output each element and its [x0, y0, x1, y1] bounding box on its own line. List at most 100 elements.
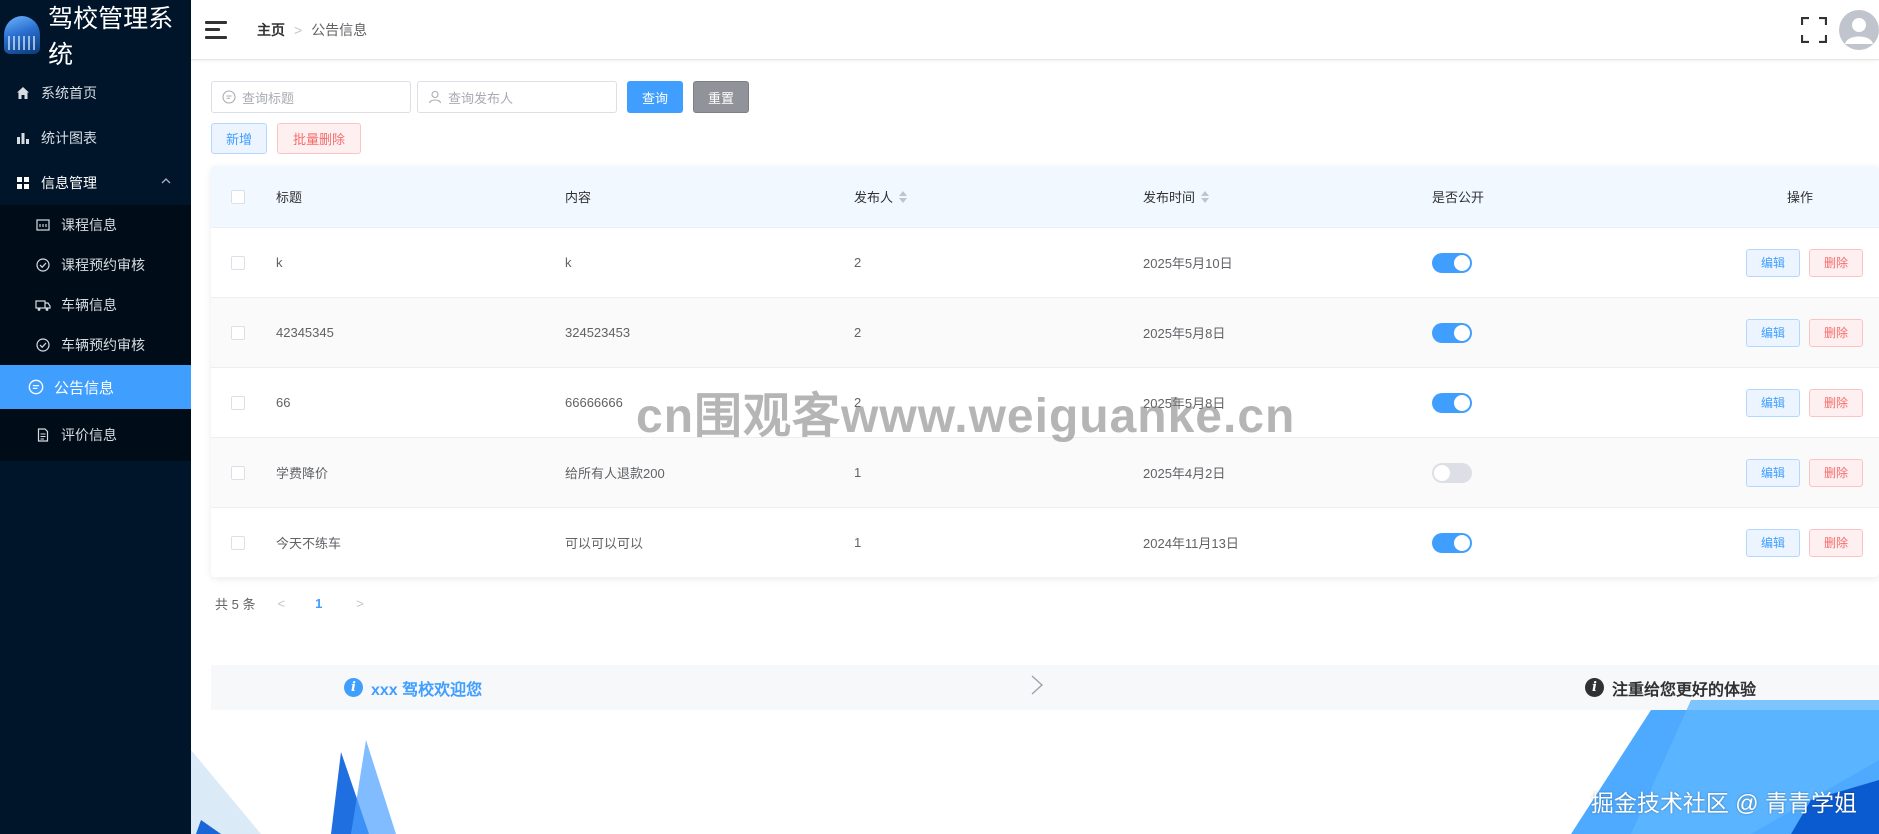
sidebar-item-label: 车辆信息 [61, 297, 117, 313]
sidebar-item-vehicle[interactable]: 车辆信息 [0, 285, 191, 325]
sidebar-menu: 系统首页 统计图表 信息管理 课程信息 课程预约审核 车辆信息 车辆预约审核 公… [0, 70, 191, 461]
delete-button[interactable]: 删除 [1808, 458, 1863, 487]
next-page-icon[interactable]: > [356, 596, 364, 611]
title-search-placeholder: 查询标题 [242, 90, 295, 106]
grid-icon [15, 175, 31, 191]
banner-left: i xxx 驾校欢迎您 [344, 676, 482, 700]
column-header-content: 内容 [565, 190, 592, 205]
edit-button[interactable]: 编辑 [1745, 528, 1800, 557]
column-header-title: 标题 [276, 190, 303, 205]
cell-publisher: 2 [854, 395, 862, 410]
home-icon [15, 85, 31, 101]
bar-chart-icon [15, 130, 31, 146]
sidebar-item-course[interactable]: 课程信息 [0, 205, 191, 245]
page-number[interactable]: 1 [315, 596, 322, 611]
banner-right: i 注重给您更好的体验 [1584, 676, 1756, 700]
publisher-search-input[interactable]: 查询发布人 [417, 81, 617, 113]
sort-icon[interactable] [1201, 190, 1210, 203]
sidebar-item-review[interactable]: 评价信息 [0, 409, 191, 461]
cell-date: 2025年4月2日 [1143, 466, 1226, 481]
document-icon [35, 427, 51, 443]
public-toggle[interactable] [1432, 392, 1472, 413]
pagination: 共 5 条 < 1 > [215, 594, 364, 613]
sidebar-group-info[interactable]: 信息管理 [0, 160, 191, 205]
table-row: 今天不练车 可以可以可以 1 2024年11月13日 编辑 删除 [211, 507, 1879, 577]
sidebar-item-vehicle-review[interactable]: 车辆预约审核 [0, 325, 191, 365]
delete-button[interactable]: 删除 [1808, 388, 1863, 417]
column-header-label: 发布人 [854, 190, 894, 205]
row-checkbox[interactable] [231, 465, 245, 480]
breadcrumb: 主页 > 公告信息 [257, 20, 367, 40]
table-row: 66 66666666 2 2025年5月8日 编辑 删除 [211, 367, 1879, 437]
sidebar-item-charts[interactable]: 统计图表 [0, 115, 191, 160]
select-all-checkbox[interactable] [231, 189, 245, 204]
sort-icon[interactable] [899, 190, 908, 203]
public-toggle[interactable] [1432, 252, 1472, 273]
table-row: 学费降价 给所有人退款200 1 2025年4月2日 编辑 删除 [211, 437, 1879, 507]
fullscreen-icon[interactable] [1800, 16, 1828, 44]
table-actions: 新增 批量删除 [211, 123, 362, 154]
top-header: 主页 > 公告信息 [191, 0, 1879, 60]
public-toggle[interactable] [1432, 462, 1472, 483]
footer-note: 掘金技术社区 @ 青青学姐 [1590, 790, 1857, 816]
delete-button[interactable]: 删除 [1808, 318, 1863, 347]
sidebar-item-label: 统计图表 [41, 129, 97, 146]
app-title: 驾校管理系统 [48, 5, 174, 69]
app-logo: 驾校管理系统 [0, 0, 191, 70]
row-checkbox[interactable] [231, 535, 245, 550]
cell-publisher: 1 [854, 535, 862, 550]
chat-icon [28, 379, 44, 395]
edit-button[interactable]: 编辑 [1745, 248, 1800, 277]
table-header: 标题 内容 发布人 发布时间 是否公开 操作 [211, 166, 1879, 227]
sidebar-item-label: 课程预约审核 [61, 257, 145, 273]
cell-title: 今天不练车 [276, 536, 342, 551]
column-header-publisher[interactable]: 发布人 [854, 187, 1143, 206]
cell-publisher: 2 [854, 255, 862, 270]
cell-publisher: 2 [854, 325, 862, 340]
info-icon: i [1584, 678, 1604, 697]
sidebar-item-course-review[interactable]: 课程预约审核 [0, 245, 191, 285]
banner-left-text: xxx 驾校欢迎您 [371, 681, 483, 699]
user-avatar[interactable] [1839, 10, 1879, 50]
delete-button[interactable]: 删除 [1808, 528, 1863, 557]
sidebar-item-home[interactable]: 系统首页 [0, 70, 191, 115]
table-row: 42345345 324523453 2 2025年5月8日 编辑 删除 [211, 297, 1879, 367]
batch-delete-button[interactable]: 批量删除 [277, 123, 362, 154]
column-header-actions: 操作 [1786, 190, 1813, 205]
chat-icon [222, 90, 236, 104]
row-checkbox[interactable] [231, 395, 245, 410]
public-toggle[interactable] [1432, 532, 1472, 553]
sidebar-item-notice[interactable]: 公告信息 [0, 365, 191, 409]
cell-date: 2025年5月8日 [1143, 396, 1226, 411]
cell-content: 66666666 [565, 395, 623, 410]
row-checkbox[interactable] [231, 255, 245, 270]
menu-toggle-icon[interactable] [205, 20, 227, 39]
public-toggle[interactable] [1432, 322, 1472, 343]
edit-button[interactable]: 编辑 [1745, 388, 1800, 417]
chevron-right-icon[interactable] [1030, 674, 1044, 702]
query-button[interactable]: 查询 [627, 81, 683, 113]
logo-icon [4, 16, 41, 54]
cell-publisher: 1 [854, 465, 862, 480]
add-button[interactable]: 新增 [211, 123, 268, 154]
search-toolbar: 查询标题 查询发布人 查询 重置 [211, 81, 749, 113]
edit-button[interactable]: 编辑 [1745, 458, 1800, 487]
sidebar: 驾校管理系统 系统首页 统计图表 信息管理 课程信息 课程预约审核 车辆信息 车… [0, 0, 191, 834]
column-header-date[interactable]: 发布时间 [1143, 187, 1432, 206]
delete-button[interactable]: 删除 [1808, 248, 1863, 277]
breadcrumb-current: 公告信息 [311, 21, 368, 38]
sidebar-submenu: 课程信息 课程预约审核 车辆信息 车辆预约审核 公告信息 评价信息 [0, 205, 191, 461]
breadcrumb-home[interactable]: 主页 [257, 20, 285, 40]
sidebar-item-label: 信息管理 [41, 174, 97, 191]
prev-page-icon[interactable]: < [277, 596, 285, 611]
column-header-label: 发布时间 [1143, 190, 1196, 205]
title-search-input[interactable]: 查询标题 [211, 81, 411, 113]
row-checkbox[interactable] [231, 325, 245, 340]
sidebar-item-label: 评价信息 [61, 427, 117, 443]
reset-button[interactable]: 重置 [693, 81, 749, 113]
sidebar-item-label: 课程信息 [61, 217, 117, 233]
pagination-total: 共 5 条 [215, 597, 256, 612]
edit-button[interactable]: 编辑 [1745, 318, 1800, 347]
breadcrumb-separator-icon: > [294, 21, 303, 38]
table-row: k k 2 2025年5月10日 编辑 删除 [211, 227, 1879, 297]
